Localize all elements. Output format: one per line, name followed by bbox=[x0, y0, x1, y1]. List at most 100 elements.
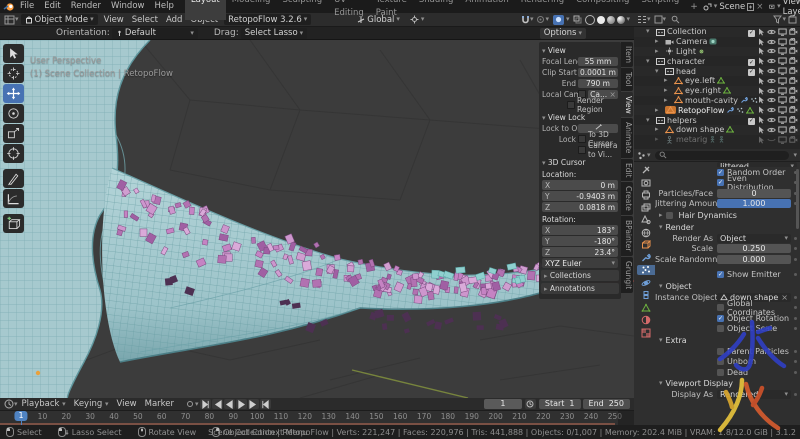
tab-shading[interactable]: Shading bbox=[413, 0, 460, 20]
scrollbar[interactable] bbox=[796, 169, 799, 229]
properties-tab-constraints[interactable] bbox=[637, 290, 655, 300]
outliner-row-down-shape[interactable]: ▸down shape bbox=[634, 125, 800, 135]
decorator-dot[interactable] bbox=[794, 327, 797, 330]
jittering-amount-field[interactable]: 1.000 bbox=[717, 199, 791, 208]
cursor-rotation-y[interactable]: Y-180° bbox=[542, 236, 618, 246]
field-value[interactable]: 55 mm bbox=[578, 57, 618, 66]
viewport-3d[interactable]: User Perspective (1) Scene Collection | … bbox=[0, 40, 634, 398]
render-disable-toggle[interactable] bbox=[789, 87, 798, 95]
rotate-tool-button[interactable] bbox=[3, 104, 24, 123]
outliner-row-eye-right[interactable]: ▸eye.right bbox=[634, 86, 800, 96]
disclosure-expanded-icon[interactable]: ▾ bbox=[646, 58, 650, 65]
decorator-dot[interactable] bbox=[794, 393, 797, 396]
timeline-menu-marker[interactable]: Marker bbox=[141, 399, 178, 409]
selectable-toggle[interactable] bbox=[757, 47, 765, 55]
timeline-menu-keying[interactable]: Keying ▾ bbox=[70, 399, 113, 409]
next-keyframe-button[interactable] bbox=[248, 399, 259, 409]
collection-checkbox[interactable]: ✓ bbox=[748, 66, 755, 76]
collections-panel-header[interactable]: ▸ Collections bbox=[541, 270, 619, 281]
drag-mode-dropdown[interactable]: Select Lasso ▾ bbox=[241, 28, 307, 39]
properties-tab-view-layer[interactable] bbox=[637, 203, 655, 213]
viewport-disable-toggle[interactable] bbox=[778, 77, 787, 85]
selectable-toggle[interactable] bbox=[757, 67, 765, 75]
object-rotation-checkbox[interactable]: ✓ bbox=[717, 315, 724, 322]
section-checkbox[interactable] bbox=[666, 212, 673, 219]
hide-toggle[interactable] bbox=[767, 116, 776, 124]
outliner-row-collection[interactable]: ▾Collection✓ bbox=[634, 27, 800, 37]
preview-range-button[interactable] bbox=[525, 399, 536, 409]
viewport-disable-toggle[interactable] bbox=[778, 106, 787, 114]
selectable-toggle[interactable] bbox=[757, 106, 765, 114]
sidebar-tab-grungit[interactable]: Grungit bbox=[621, 257, 633, 293]
hide-toggle[interactable] bbox=[767, 47, 776, 55]
viewport-disable-toggle[interactable] bbox=[778, 47, 787, 55]
hide-toggle[interactable] bbox=[767, 106, 776, 114]
cursor-location-y[interactable]: Y-0.9403 m bbox=[542, 191, 618, 201]
render-disable-toggle[interactable] bbox=[789, 47, 798, 55]
timeline-ruler[interactable]: 1020304050607080901001101201301401501601… bbox=[0, 411, 634, 425]
sidebar-tab-tool[interactable]: Tool bbox=[621, 68, 633, 91]
decorator-dot[interactable] bbox=[794, 237, 797, 240]
field-value[interactable]: 0.0001 m bbox=[578, 68, 618, 77]
properties-tab-physics[interactable] bbox=[637, 278, 655, 288]
render-disable-toggle[interactable] bbox=[789, 106, 798, 114]
sidebar-tab-view[interactable]: View bbox=[621, 92, 633, 118]
collection-checkbox[interactable]: ✓ bbox=[748, 57, 755, 67]
render-disable-toggle[interactable] bbox=[789, 28, 798, 36]
decorator-dot[interactable] bbox=[794, 247, 797, 250]
tab-animation[interactable]: Animation bbox=[459, 0, 514, 20]
selectable-toggle[interactable] bbox=[757, 136, 765, 144]
decorator-dot[interactable] bbox=[794, 258, 797, 261]
add-workspace-button[interactable]: + bbox=[685, 2, 703, 12]
viewport-disable-toggle[interactable] bbox=[778, 28, 787, 36]
disclosure-collapsed-icon[interactable]: ▸ bbox=[664, 77, 668, 84]
prev-keyframe-button[interactable] bbox=[212, 399, 223, 409]
disclosure-collapsed-icon[interactable]: ▸ bbox=[664, 97, 668, 104]
timeline-editor-icon[interactable] bbox=[4, 399, 14, 409]
tab-modeling[interactable]: Modeling bbox=[226, 0, 277, 20]
options-dropdown[interactable]: Options▾ bbox=[540, 28, 586, 39]
tab-rendering[interactable]: Rendering bbox=[515, 0, 570, 20]
selectable-toggle[interactable] bbox=[757, 87, 765, 95]
current-frame-field[interactable]: 1 bbox=[484, 399, 522, 409]
render-region-checkbox[interactable] bbox=[567, 101, 575, 109]
tab-compositing[interactable]: Compositing bbox=[570, 0, 635, 20]
section-header-extra[interactable]: ▾Extra bbox=[655, 334, 800, 346]
tab-sculpting[interactable]: Sculpting bbox=[276, 0, 328, 20]
particles-face-field[interactable]: 0 bbox=[717, 189, 791, 198]
sidebar-tab-bpainter[interactable]: BPainter bbox=[621, 216, 633, 255]
measure-tool-button[interactable] bbox=[3, 189, 24, 208]
select-tool-button[interactable] bbox=[3, 44, 24, 63]
view-layer-selector[interactable]: ▾ View Layer × bbox=[769, 0, 800, 17]
outliner-row-head[interactable]: ▾head✓ bbox=[634, 66, 800, 76]
selectable-toggle[interactable] bbox=[757, 57, 765, 65]
unborn-checkbox[interactable] bbox=[717, 358, 724, 365]
play-button[interactable] bbox=[236, 399, 247, 409]
cursor-tool-button[interactable] bbox=[3, 64, 24, 83]
selectable-toggle[interactable] bbox=[757, 96, 765, 104]
viewport-disable-toggle[interactable] bbox=[778, 96, 787, 104]
render-disable-toggle[interactable] bbox=[789, 77, 798, 85]
scene-selector[interactable]: ▾ Scene × bbox=[703, 2, 764, 12]
render-disable-toggle[interactable] bbox=[789, 67, 798, 75]
cursor-rotation-z[interactable]: Z23.4° bbox=[542, 247, 618, 257]
editor-type-icon[interactable] bbox=[4, 15, 15, 25]
properties-tab-scene[interactable] bbox=[637, 215, 655, 225]
properties-tab-object-data[interactable] bbox=[637, 303, 655, 313]
tab-texture-paint[interactable]: Texture Paint bbox=[370, 0, 413, 20]
hide-toggle[interactable] bbox=[767, 136, 776, 144]
outliner-row-mouth-cavity[interactable]: ▸mouth-cavity bbox=[634, 96, 800, 106]
properties-options-dropdown[interactable]: ▾ bbox=[793, 152, 797, 159]
cursor-rotation-x[interactable]: X183° bbox=[542, 225, 618, 235]
collection-checkbox[interactable]: ✓ bbox=[748, 27, 755, 37]
properties-tab-particles[interactable] bbox=[637, 265, 655, 275]
hide-toggle[interactable] bbox=[767, 38, 776, 46]
scale-field[interactable]: 0.250 bbox=[717, 244, 791, 253]
current-frame-indicator[interactable]: 1 bbox=[14, 411, 27, 421]
sidebar-tab-item[interactable]: Item bbox=[621, 42, 633, 67]
end-frame-field[interactable]: End 250 bbox=[583, 399, 630, 409]
selectable-toggle[interactable] bbox=[757, 38, 765, 46]
new-scene-icon[interactable] bbox=[747, 3, 754, 11]
hide-toggle[interactable] bbox=[767, 67, 776, 75]
menu-window[interactable]: Window bbox=[106, 0, 150, 13]
